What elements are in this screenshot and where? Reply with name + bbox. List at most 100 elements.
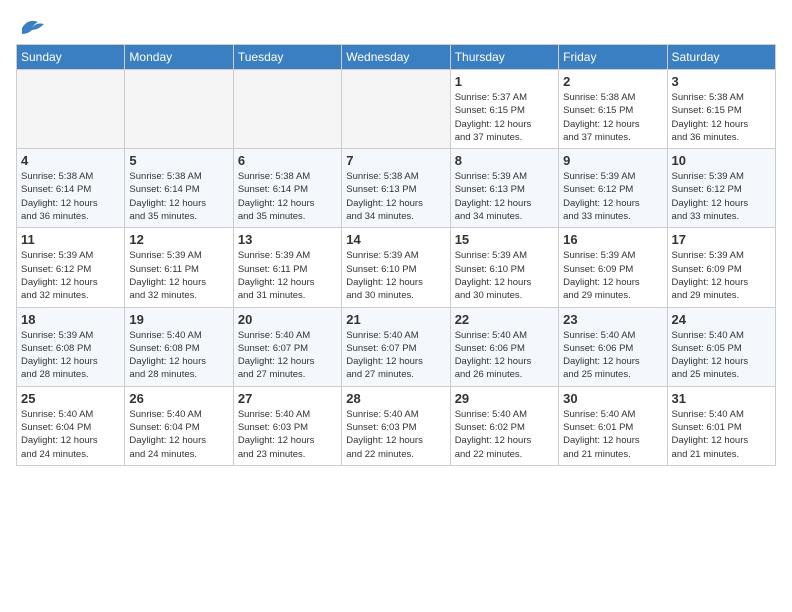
day-info: Sunrise: 5:38 AM Sunset: 6:14 PM Dayligh… [21,170,120,223]
day-number: 19 [129,312,228,327]
calendar-cell: 27 Sunrise: 5:40 AM Sunset: 6:03 PM Dayli… [233,386,341,465]
calendar-cell: 11 Sunrise: 5:39 AM Sunset: 6:12 PM Dayli… [17,228,125,307]
calendar-cell: 16 Sunrise: 5:39 AM Sunset: 6:09 PM Dayli… [559,228,667,307]
calendar-cell: 14Sunrise: 5:39 AM Sunset: 6:10 PM Dayli… [342,228,450,307]
day-info: Sunrise: 5:38 AM Sunset: 6:14 PM Dayligh… [129,170,228,223]
day-info: Sunrise: 5:39 AM Sunset: 6:12 PM Dayligh… [563,170,662,223]
day-info: Sunrise: 5:40 AM Sunset: 6:06 PM Dayligh… [455,329,554,382]
calendar-cell: 22 Sunrise: 5:40 AM Sunset: 6:06 PM Dayli… [450,307,558,386]
page-header [16,16,776,36]
calendar-cell: 9 Sunrise: 5:39 AM Sunset: 6:12 PM Daylig… [559,149,667,228]
calendar-cell: 13 Sunrise: 5:39 AM Sunset: 6:11 PM Dayli… [233,228,341,307]
day-info: Sunrise: 5:40 AM Sunset: 6:06 PM Dayligh… [563,329,662,382]
day-number: 24 [672,312,771,327]
day-info: Sunrise: 5:40 AM Sunset: 6:04 PM Dayligh… [129,408,228,461]
day-info: Sunrise: 5:39 AM Sunset: 6:11 PM Dayligh… [238,249,337,302]
weekday-header-wednesday: Wednesday [342,45,450,70]
calendar-cell: 4 Sunrise: 5:38 AM Sunset: 6:14 PM Daylig… [17,149,125,228]
day-info: Sunrise: 5:39 AM Sunset: 6:12 PM Dayligh… [21,249,120,302]
calendar-cell: 6 Sunrise: 5:38 AM Sunset: 6:14 PM Daylig… [233,149,341,228]
day-number: 30 [563,391,662,406]
day-number: 20 [238,312,337,327]
weekday-header-saturday: Saturday [667,45,775,70]
day-info: Sunrise: 5:39 AM Sunset: 6:08 PM Dayligh… [21,329,120,382]
day-number: 9 [563,153,662,168]
calendar-cell [233,70,341,149]
day-info: Sunrise: 5:40 AM Sunset: 6:05 PM Dayligh… [672,329,771,382]
calendar-cell: 24 Sunrise: 5:40 AM Sunset: 6:05 PM Dayli… [667,307,775,386]
day-info: Sunrise: 5:38 AM Sunset: 6:14 PM Dayligh… [238,170,337,223]
calendar-cell: 21 Sunrise: 5:40 AM Sunset: 6:07 PM Dayli… [342,307,450,386]
calendar-cell [342,70,450,149]
calendar-cell: 23 Sunrise: 5:40 AM Sunset: 6:06 PM Dayli… [559,307,667,386]
calendar-header-row: SundayMondayTuesdayWednesdayThursdayFrid… [17,45,776,70]
day-info: Sunrise: 5:39 AM Sunset: 6:12 PM Dayligh… [672,170,771,223]
day-number: 5 [129,153,228,168]
day-number: 31 [672,391,771,406]
calendar-cell: 7 Sunrise: 5:38 AM Sunset: 6:13 PM Daylig… [342,149,450,228]
calendar-cell: 1Sunrise: 5:37 AM Sunset: 6:15 PM Daylig… [450,70,558,149]
logo-bird-icon [18,16,46,36]
day-number: 25 [21,391,120,406]
day-number: 11 [21,232,120,247]
day-number: 4 [21,153,120,168]
day-number: 21 [346,312,445,327]
calendar-cell: 3Sunrise: 5:38 AM Sunset: 6:15 PM Daylig… [667,70,775,149]
day-info: Sunrise: 5:40 AM Sunset: 6:03 PM Dayligh… [346,408,445,461]
calendar-cell: 26 Sunrise: 5:40 AM Sunset: 6:04 PM Dayli… [125,386,233,465]
weekday-header-sunday: Sunday [17,45,125,70]
day-info: Sunrise: 5:38 AM Sunset: 6:15 PM Dayligh… [563,91,662,144]
calendar-cell [125,70,233,149]
day-number: 3 [672,74,771,89]
calendar-week-row: 18Sunrise: 5:39 AM Sunset: 6:08 PM Dayli… [17,307,776,386]
day-number: 28 [346,391,445,406]
day-number: 15 [455,232,554,247]
calendar-cell: 29 Sunrise: 5:40 AM Sunset: 6:02 PM Dayli… [450,386,558,465]
logo [16,16,46,36]
calendar-cell: 20 Sunrise: 5:40 AM Sunset: 6:07 PM Dayli… [233,307,341,386]
weekday-header-tuesday: Tuesday [233,45,341,70]
day-number: 26 [129,391,228,406]
day-info: Sunrise: 5:39 AM Sunset: 6:10 PM Dayligh… [455,249,554,302]
day-info: Sunrise: 5:39 AM Sunset: 6:09 PM Dayligh… [672,249,771,302]
calendar-cell: 15 Sunrise: 5:39 AM Sunset: 6:10 PM Dayli… [450,228,558,307]
day-number: 13 [238,232,337,247]
day-number: 23 [563,312,662,327]
day-info: Sunrise: 5:37 AM Sunset: 6:15 PM Dayligh… [455,91,554,144]
day-number: 2 [563,74,662,89]
calendar-cell: 2 Sunrise: 5:38 AM Sunset: 6:15 PM Daylig… [559,70,667,149]
day-info: Sunrise: 5:39 AM Sunset: 6:10 PM Dayligh… [346,249,445,302]
day-number: 7 [346,153,445,168]
calendar-cell: 10Sunrise: 5:39 AM Sunset: 6:12 PM Dayli… [667,149,775,228]
calendar-cell: 31 Sunrise: 5:40 AM Sunset: 6:01 PM Dayli… [667,386,775,465]
calendar-week-row: 1Sunrise: 5:37 AM Sunset: 6:15 PM Daylig… [17,70,776,149]
calendar-cell: 5 Sunrise: 5:38 AM Sunset: 6:14 PM Daylig… [125,149,233,228]
day-info: Sunrise: 5:39 AM Sunset: 6:09 PM Dayligh… [563,249,662,302]
calendar-cell: 25 Sunrise: 5:40 AM Sunset: 6:04 PM Dayli… [17,386,125,465]
day-number: 16 [563,232,662,247]
weekday-header-friday: Friday [559,45,667,70]
calendar-week-row: 11 Sunrise: 5:39 AM Sunset: 6:12 PM Dayli… [17,228,776,307]
day-info: Sunrise: 5:40 AM Sunset: 6:02 PM Dayligh… [455,408,554,461]
calendar-cell: 17 Sunrise: 5:39 AM Sunset: 6:09 PM Dayli… [667,228,775,307]
day-info: Sunrise: 5:40 AM Sunset: 6:07 PM Dayligh… [346,329,445,382]
day-info: Sunrise: 5:40 AM Sunset: 6:04 PM Dayligh… [21,408,120,461]
weekday-header-thursday: Thursday [450,45,558,70]
day-number: 8 [455,153,554,168]
day-number: 17 [672,232,771,247]
day-number: 6 [238,153,337,168]
day-number: 27 [238,391,337,406]
day-info: Sunrise: 5:39 AM Sunset: 6:11 PM Dayligh… [129,249,228,302]
calendar-table: SundayMondayTuesdayWednesdayThursdayFrid… [16,44,776,466]
calendar-cell: 28 Sunrise: 5:40 AM Sunset: 6:03 PM Dayli… [342,386,450,465]
day-info: Sunrise: 5:40 AM Sunset: 6:07 PM Dayligh… [238,329,337,382]
day-info: Sunrise: 5:40 AM Sunset: 6:03 PM Dayligh… [238,408,337,461]
calendar-week-row: 25 Sunrise: 5:40 AM Sunset: 6:04 PM Dayli… [17,386,776,465]
day-info: Sunrise: 5:40 AM Sunset: 6:01 PM Dayligh… [672,408,771,461]
calendar-week-row: 4 Sunrise: 5:38 AM Sunset: 6:14 PM Daylig… [17,149,776,228]
day-info: Sunrise: 5:38 AM Sunset: 6:13 PM Dayligh… [346,170,445,223]
day-info: Sunrise: 5:40 AM Sunset: 6:01 PM Dayligh… [563,408,662,461]
day-info: Sunrise: 5:39 AM Sunset: 6:13 PM Dayligh… [455,170,554,223]
day-number: 29 [455,391,554,406]
day-number: 22 [455,312,554,327]
